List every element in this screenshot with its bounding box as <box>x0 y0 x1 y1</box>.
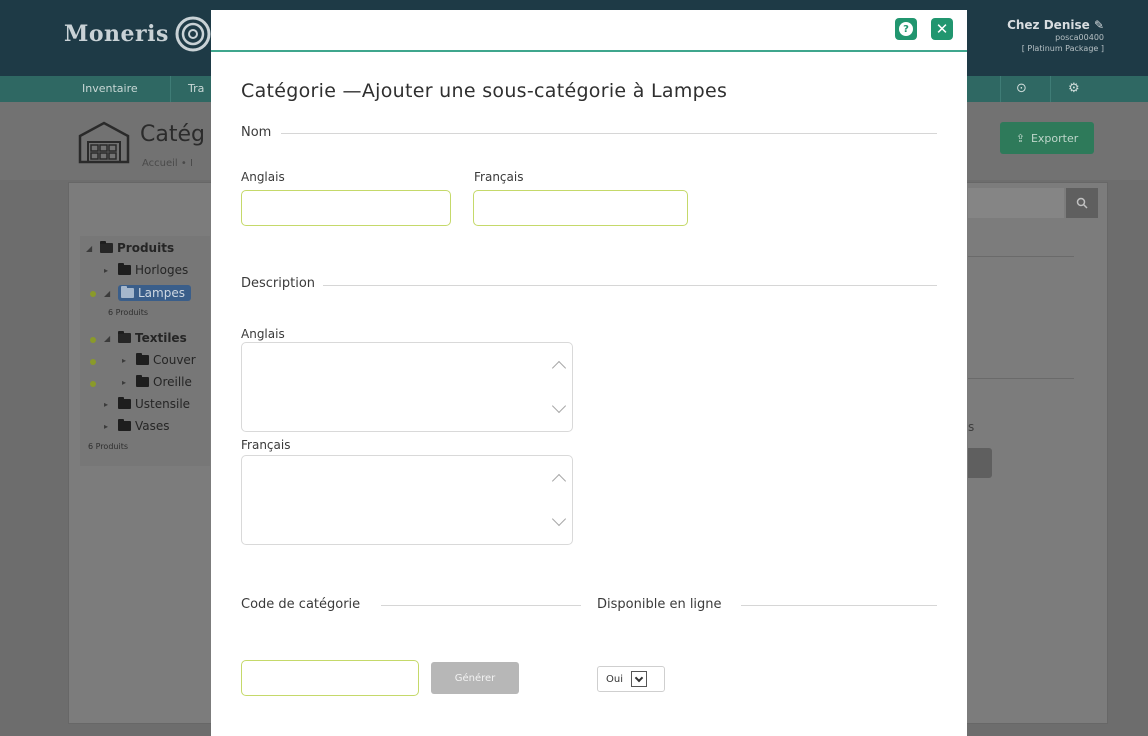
page-title: Catég <box>140 122 205 147</box>
expand-icon[interactable]: ▸ <box>122 378 132 387</box>
tree-item-lampes[interactable]: ◢ Lampes <box>104 285 191 301</box>
export-icon: ⇪ <box>1015 131 1025 145</box>
status-dot <box>90 291 96 297</box>
export-label: Exporter <box>1030 131 1079 145</box>
user-name: Chez Denise <box>1007 18 1090 32</box>
search-button[interactable] <box>1066 188 1098 218</box>
collapse-icon[interactable]: ◢ <box>104 289 114 298</box>
tree-item-oreille[interactable]: ▸ Oreille <box>122 375 192 389</box>
section-divider <box>741 605 937 606</box>
online-select[interactable]: Oui <box>597 666 665 692</box>
tree-item-vases[interactable]: ▸ Vases <box>104 419 170 433</box>
desc-en-label: Anglais <box>241 327 285 341</box>
breadcrumb[interactable]: Accueil • I <box>142 158 193 169</box>
tree-item-produits[interactable]: ◢ Produits <box>86 241 174 255</box>
name-fr-input[interactable] <box>473 190 688 226</box>
truncated-label: s <box>968 420 975 434</box>
name-en-label: Anglais <box>241 170 285 184</box>
help-button[interactable]: ? <box>895 18 917 40</box>
tree-item-textiles[interactable]: ◢ Textiles <box>104 331 187 345</box>
expand-icon[interactable]: ▸ <box>122 356 132 365</box>
nav-item-inventaire[interactable]: Inventaire <box>82 82 138 95</box>
section-divider <box>281 133 937 134</box>
category-tree: ◢ Produits ▸ Horloges ◢ Lampes 6 Produit… <box>80 236 210 466</box>
nav-divider <box>1050 76 1051 102</box>
help-circle-icon[interactable]: ⊙ <box>1016 81 1027 96</box>
collapse-icon[interactable]: ◢ <box>104 334 114 343</box>
expand-icon[interactable]: ▸ <box>104 266 114 275</box>
scroll-down-icon[interactable] <box>551 511 567 527</box>
swirl-logo-icon <box>175 16 211 52</box>
desc-fr-textarea[interactable] <box>241 455 573 545</box>
logo-text: Moneris <box>64 21 169 47</box>
search-icon <box>1076 197 1088 209</box>
question-icon: ? <box>899 22 913 36</box>
truncated-button[interactable] <box>968 448 992 478</box>
product-count: 6 Produits <box>108 308 148 317</box>
divider <box>968 378 1074 379</box>
scroll-up-icon[interactable] <box>551 360 567 376</box>
folder-open-icon <box>100 241 113 253</box>
name-fr-label: Français <box>474 170 524 184</box>
scroll-up-icon[interactable] <box>551 473 567 489</box>
section-description: Description <box>241 276 318 291</box>
section-name: Nom <box>241 125 274 140</box>
scroll-down-icon[interactable] <box>551 398 567 414</box>
status-dot <box>90 359 96 365</box>
section-online: Disponible en ligne <box>597 597 724 612</box>
status-dot <box>90 337 96 343</box>
divider <box>968 256 1074 257</box>
category-code-input[interactable] <box>241 660 419 696</box>
folder-icon <box>136 375 149 387</box>
user-package: [ Platinum Package ] <box>1021 44 1104 53</box>
nav-item-tra[interactable]: Tra <box>188 82 204 95</box>
tree-item-ustensile[interactable]: ▸ Ustensile <box>104 397 190 411</box>
expand-icon[interactable]: ▸ <box>104 400 114 409</box>
online-select-value: Oui <box>606 673 623 685</box>
add-subcategory-modal: ? ✕ Catégorie —Ajouter une sous-catégori… <box>211 10 967 736</box>
section-divider <box>381 605 581 606</box>
nav-divider <box>1000 76 1001 102</box>
folder-icon <box>118 397 131 409</box>
tree-item-couver[interactable]: ▸ Couver <box>122 353 196 367</box>
folder-open-icon <box>118 331 131 343</box>
modal-title: Catégorie —Ajouter une sous-catégorie à … <box>241 80 728 102</box>
moneris-logo: Moneris <box>64 14 213 54</box>
desc-en-textarea[interactable] <box>241 342 573 432</box>
export-button[interactable]: ⇪ Exporter <box>1000 122 1094 154</box>
name-en-input[interactable] <box>241 190 451 226</box>
product-count: 6 Produits <box>88 442 128 451</box>
nav-divider <box>170 76 171 102</box>
tree-item-horloges[interactable]: ▸ Horloges <box>104 263 188 277</box>
user-id: posca00400 <box>1055 33 1104 42</box>
close-button[interactable]: ✕ <box>931 18 953 40</box>
folder-open-icon <box>121 286 134 298</box>
modal-top-bar: ? ✕ <box>211 10 967 52</box>
desc-fr-label: Français <box>241 438 291 452</box>
folder-icon <box>118 419 131 431</box>
expand-icon[interactable]: ▸ <box>104 422 114 431</box>
folder-icon <box>136 353 149 365</box>
generate-button[interactable]: Générer <box>431 662 519 694</box>
section-code: Code de catégorie <box>241 597 363 612</box>
close-icon: ✕ <box>935 20 949 38</box>
warehouse-icon <box>78 121 130 164</box>
collapse-icon[interactable]: ◢ <box>86 244 96 253</box>
user-box[interactable]: Chez Denise ✎ posca00400 [ Platinum Pack… <box>1007 18 1104 54</box>
settings-icon[interactable]: ⚙ <box>1068 81 1080 96</box>
search-input[interactable] <box>968 188 1064 218</box>
pencil-icon[interactable]: ✎ <box>1094 18 1104 32</box>
section-divider <box>323 285 937 286</box>
status-dot <box>90 381 96 387</box>
chevron-down-icon[interactable] <box>631 671 647 687</box>
folder-icon <box>118 263 131 275</box>
